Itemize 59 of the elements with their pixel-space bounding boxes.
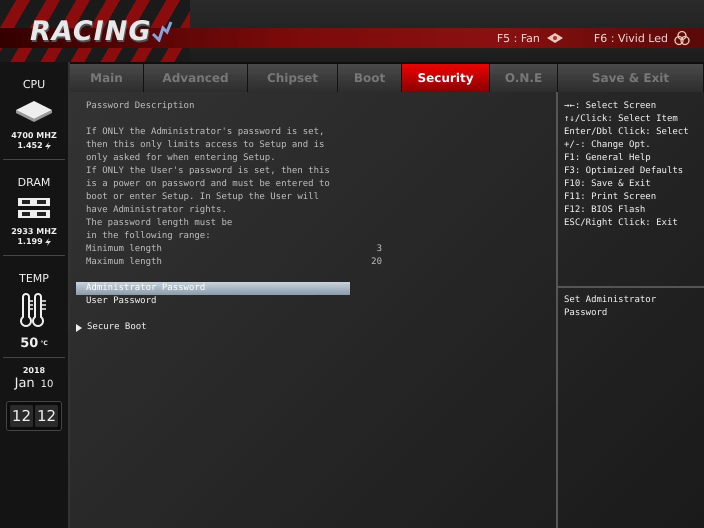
- fan-icon: [546, 32, 564, 44]
- menu-tab[interactable]: Boot: [338, 64, 402, 92]
- temp-label: TEMP: [19, 272, 49, 285]
- voltage-icon: [44, 238, 51, 246]
- voltage-icon: [44, 142, 51, 150]
- hotkey-label[interactable]: F6 : Vivid Led: [594, 32, 668, 44]
- key-hint: +/-: Change Opt.: [564, 139, 652, 152]
- range-value: 3: [376, 243, 382, 256]
- item-help-text: Set Administrator Password: [563, 294, 658, 320]
- menu-tab[interactable]: Security: [402, 64, 490, 92]
- memory-module-icon: [17, 197, 51, 219]
- description-line: is a power on password and must be entered to: [86, 178, 331, 191]
- range-label: Minimum length: [86, 243, 162, 256]
- led-icon: [674, 30, 690, 46]
- range-value: 20: [371, 256, 382, 269]
- key-hint: F3: Optimized Defaults: [564, 165, 684, 178]
- cpu-label: CPU: [22, 78, 46, 91]
- description-line: then this only limits access to Setup and is: [86, 139, 326, 152]
- logo: RACING: [30, 16, 152, 46]
- description-line: only asked for when entering Setup.: [86, 152, 277, 165]
- cpu-voltage: 1.452: [17, 141, 43, 151]
- day-label: 10: [40, 379, 54, 390]
- submenu-arrow-icon: [76, 324, 82, 332]
- description-line: If ONLY the User's password is set, then this: [86, 165, 331, 178]
- description-title: Password Description: [86, 100, 196, 113]
- dram-voltage: 1.199: [17, 237, 43, 247]
- month-label: Jan: [14, 376, 35, 391]
- description-line: If ONLY the Administrator's password is set,: [86, 126, 326, 139]
- key-hint: F11: Print Screen: [564, 191, 658, 204]
- menu-item[interactable]: Administrator Password: [76, 282, 350, 295]
- menu-tab[interactable]: Advanced: [144, 64, 248, 92]
- dram-label: DRAM: [18, 176, 50, 189]
- menu-tab[interactable]: Chipset: [248, 64, 338, 92]
- menu-tab[interactable]: Main: [70, 64, 144, 92]
- key-hint: →←: Select Screen: [564, 100, 658, 113]
- menu-tab[interactable]: O.N.E: [490, 64, 558, 92]
- description-line: The password length must be: [86, 217, 234, 230]
- key-hint: ↑↓/Click: Select Item: [564, 113, 679, 126]
- key-hint: F1: General Help: [564, 152, 652, 165]
- dram-frequency: 2933 MHZ: [11, 227, 57, 237]
- cpu-chip-icon: [14, 99, 54, 123]
- hotkey-label[interactable]: F5 : Fan: [496, 32, 540, 44]
- menu-tab[interactable]: Save & Exit: [558, 64, 704, 92]
- key-hint: F12: BIOS Flash: [564, 204, 646, 217]
- logo-mark-icon: [151, 20, 174, 42]
- key-hint: Enter/Dbl Click: Select: [564, 126, 690, 139]
- year-label: 2018: [22, 366, 46, 376]
- key-hint: F10: Save & Exit: [564, 178, 652, 191]
- description-line: boot or enter Setup. In Setup the User will: [86, 191, 320, 204]
- key-hint: ESC/Right Click: Exit: [564, 217, 679, 230]
- description-line: have Administrator rights.: [86, 204, 228, 217]
- cpu-frequency: 4700 MHZ: [11, 131, 57, 141]
- menu-item[interactable]: User Password: [76, 295, 350, 308]
- submenu-item[interactable]: Secure Boot: [87, 321, 351, 334]
- clock-hours: 12: [10, 405, 33, 427]
- range-label: Maximum length: [86, 256, 162, 269]
- description-line: in the following range:: [86, 230, 212, 243]
- clock-minutes: 12: [35, 405, 58, 427]
- temperature-value: 50: [20, 339, 38, 349]
